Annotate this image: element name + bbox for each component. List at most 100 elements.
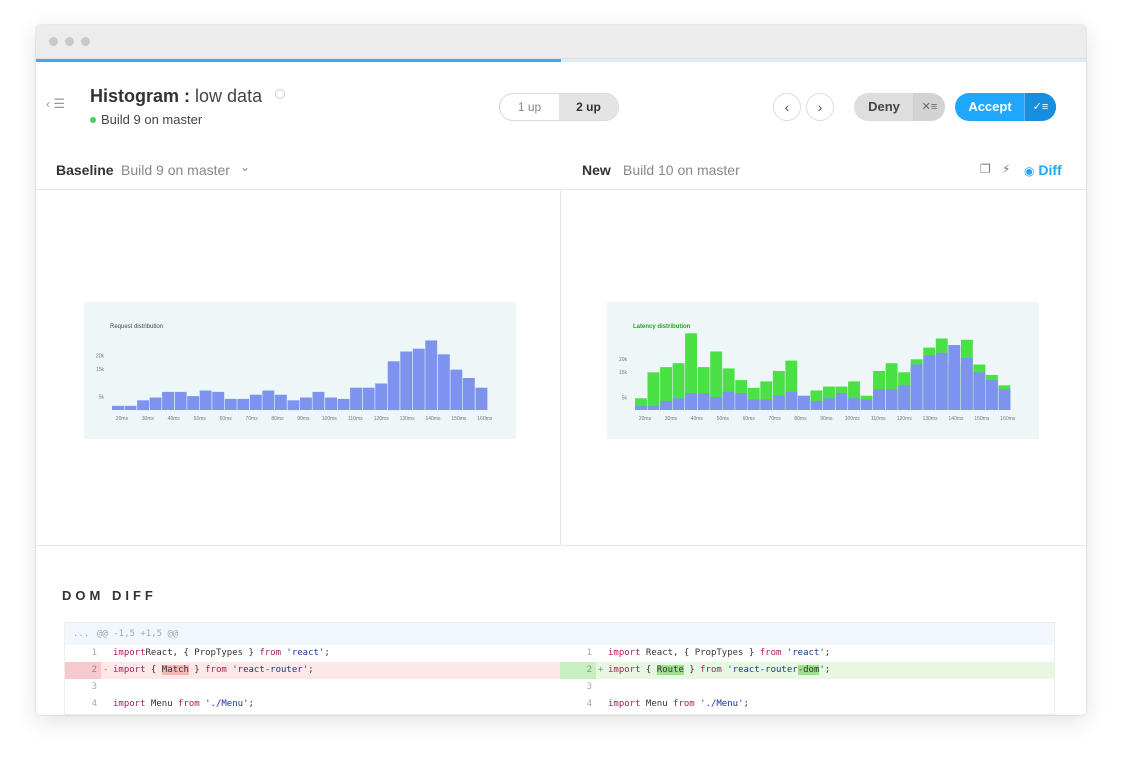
page-title: Histogram : low data bbox=[90, 86, 286, 107]
x-tick-label: 90ms bbox=[820, 416, 833, 422]
build-label: Build 9 on master bbox=[101, 112, 203, 127]
chart-title: Request distribution bbox=[110, 324, 163, 330]
x-tick-label: 100ms bbox=[322, 416, 338, 422]
histogram-bar bbox=[400, 351, 413, 410]
code-token: ; bbox=[248, 699, 254, 709]
chevron-down-icon[interactable]: ⌄ bbox=[240, 160, 250, 174]
x-tick-label: 70ms bbox=[768, 416, 781, 422]
code-token: } bbox=[188, 665, 206, 675]
code-token: from bbox=[673, 699, 695, 709]
new-chart: Latency distribution 5k 15k 20k 20ms 30ms 40ms… bbox=[619, 324, 1016, 422]
histogram-bar bbox=[797, 395, 810, 410]
code-token: 'react-router' bbox=[226, 665, 309, 675]
x-tick-label: 120ms bbox=[897, 416, 913, 422]
strobe-off-icon[interactable]: ⚡ bbox=[1002, 162, 1010, 176]
two-up-option[interactable]: 2 up bbox=[559, 94, 618, 120]
x-tick-label: 90ms bbox=[297, 416, 310, 422]
histogram-bar bbox=[785, 391, 798, 410]
y-tick-label: 20k bbox=[96, 353, 105, 359]
copy-icon[interactable]: ❐ bbox=[980, 162, 991, 176]
link-icon[interactable] bbox=[275, 89, 286, 99]
code-token: React, { PropTypes } bbox=[145, 648, 260, 658]
histogram-bar bbox=[112, 405, 124, 410]
code-token: 'react' bbox=[781, 648, 825, 658]
code-text: import { Route } from 'react-router-dom'… bbox=[608, 662, 830, 679]
x-tick-label: 150ms bbox=[451, 416, 467, 422]
code-token: import bbox=[113, 699, 146, 709]
histogram-bar bbox=[425, 340, 438, 410]
deny-all-icon[interactable]: ✕≡ bbox=[913, 93, 945, 121]
window-minimize-dot[interactable] bbox=[65, 37, 74, 46]
y-tick-label: 15k bbox=[619, 370, 628, 376]
code-token: Route bbox=[656, 665, 684, 675]
code-text: import { Match } from 'react-router'; bbox=[113, 662, 314, 679]
code-token: Match bbox=[161, 665, 189, 675]
x-tick-label: 30ms bbox=[142, 416, 155, 422]
histogram-bar bbox=[262, 390, 275, 410]
histogram-bar bbox=[835, 393, 848, 410]
code-token: { bbox=[640, 665, 657, 675]
histogram-bar bbox=[948, 345, 961, 410]
diff-line-left: 4 import Menu from './Menu'; bbox=[65, 696, 560, 713]
code-text: import Menu from './Menu'; bbox=[608, 696, 749, 713]
code-token: import bbox=[113, 665, 146, 675]
histogram-bar bbox=[199, 390, 212, 410]
one-up-option[interactable]: 1 up bbox=[500, 94, 559, 120]
code-token: './Menu' bbox=[199, 699, 249, 709]
new-snapshot: Latency distribution 5k 15k 20k 20ms 30ms 40ms… bbox=[607, 302, 1039, 439]
window-titlebar bbox=[36, 25, 1086, 59]
histogram-bar bbox=[660, 400, 672, 410]
histogram-bar bbox=[985, 380, 998, 410]
code-token: ; bbox=[824, 665, 831, 675]
diff-label: Diff bbox=[1038, 162, 1062, 178]
accept-all-icon[interactable]: ✓≡ bbox=[1024, 93, 1056, 121]
expand-context-button[interactable]: ... bbox=[65, 623, 97, 645]
baseline-build-selector[interactable]: Build 9 on master bbox=[121, 162, 230, 178]
histogram-bar bbox=[935, 352, 948, 410]
chevron-left-icon: ‹ bbox=[784, 99, 790, 115]
x-tick-label: 130ms bbox=[400, 416, 416, 422]
histogram-bar bbox=[249, 394, 262, 410]
histogram-bar bbox=[174, 391, 187, 410]
histogram-bar bbox=[462, 378, 475, 410]
accept-button[interactable]: Accept bbox=[955, 93, 1025, 121]
x-tick-label: 80ms bbox=[271, 416, 284, 422]
code-token: ; bbox=[743, 699, 749, 709]
comparison-bar: Baseline Build 9 on master ⌄ New Build 1… bbox=[36, 152, 1086, 190]
hunk-range: @@ -1,5 +1,5 @@ bbox=[97, 629, 179, 639]
back-to-list-button[interactable]: ‹ ☰ bbox=[46, 96, 65, 112]
x-tick-label: 110ms bbox=[871, 416, 886, 422]
window-close-dot[interactable] bbox=[49, 37, 58, 46]
x-tick-label: 140ms bbox=[948, 416, 964, 422]
code-token: from bbox=[259, 648, 281, 658]
next-snapshot-button[interactable]: › bbox=[806, 93, 834, 121]
code-text: import Menu from './Menu'; bbox=[113, 696, 254, 713]
deny-button[interactable]: Deny bbox=[854, 93, 914, 121]
x-tick-label: 20ms bbox=[639, 416, 652, 422]
x-tick-label: 60ms bbox=[743, 416, 756, 422]
diff-line-left: 1 importReact, { PropTypes } from 'react'… bbox=[65, 645, 560, 662]
y-tick-label: 5k bbox=[622, 395, 628, 401]
x-tick-label: 20ms bbox=[116, 416, 129, 422]
diff-hunk-header[interactable]: ... @@ -1,5 +1,5 @@ bbox=[65, 623, 1054, 645]
histogram-bar bbox=[412, 348, 425, 410]
code-token: ; bbox=[824, 648, 831, 658]
code-token: Menu bbox=[640, 699, 674, 709]
histogram-bar bbox=[237, 398, 250, 410]
y-tick-label: 15k bbox=[96, 367, 105, 373]
baseline-snapshot: Request distribution 5k 15k 20k 20ms 30ms 40ms… bbox=[84, 302, 516, 439]
histogram-bar bbox=[710, 397, 723, 410]
previous-snapshot-button[interactable]: ‹ bbox=[773, 93, 801, 121]
histogram-bar bbox=[162, 391, 174, 410]
histogram-bar bbox=[300, 397, 312, 410]
window-zoom-dot[interactable] bbox=[81, 37, 90, 46]
histogram-bar bbox=[149, 397, 162, 410]
x-tick-label: 80ms bbox=[794, 416, 807, 422]
new-pane: Latency distribution 5k 15k 20k 20ms 30ms 40ms… bbox=[562, 191, 1086, 546]
story-name: low data bbox=[195, 86, 263, 106]
x-tick-label: 50ms bbox=[717, 416, 730, 422]
diff-toggle[interactable]: ◉ Diff bbox=[1024, 162, 1062, 178]
histogram-bar bbox=[647, 406, 660, 410]
histogram-bar bbox=[960, 358, 973, 410]
x-tick-label: 30ms bbox=[665, 416, 678, 422]
